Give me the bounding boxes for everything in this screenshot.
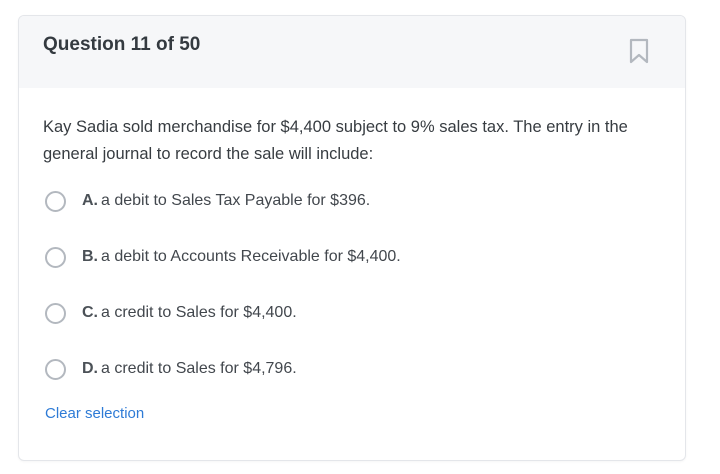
radio-button[interactable]: [45, 190, 66, 212]
question-header: Question 11 of 50: [19, 16, 685, 88]
question-body: Kay Sadia sold merchandise for $4,400 su…: [19, 88, 685, 460]
radio-button[interactable]: [45, 358, 66, 380]
option-c[interactable]: C. a credit to Sales for $4,400.: [43, 299, 297, 327]
option-text: a credit to Sales for $4,796.: [101, 360, 297, 377]
question-prompt: Kay Sadia sold merchandise for $4,400 su…: [43, 118, 628, 163]
option-text: a debit to Accounts Receivable for $4,40…: [101, 248, 401, 265]
option-letter: C.: [82, 304, 98, 321]
option-letter: A.: [82, 192, 98, 209]
option-b[interactable]: B. a debit to Accounts Receivable for $4…: [43, 243, 401, 271]
question-title: Question 11 of 50: [43, 34, 201, 55]
option-letter: B.: [82, 248, 98, 265]
radio-button[interactable]: [45, 302, 66, 324]
option-d[interactable]: D. a credit to Sales for $4,796.: [43, 355, 297, 383]
option-a[interactable]: A. a debit to Sales Tax Payable for $396…: [43, 187, 370, 215]
radio-button[interactable]: [45, 246, 66, 268]
option-text: a debit to Sales Tax Payable for $396.: [101, 192, 371, 209]
option-letter: D.: [82, 360, 98, 377]
option-text: a credit to Sales for $4,400.: [101, 304, 297, 321]
bookmark-icon[interactable]: [627, 38, 651, 64]
question-card: Question 11 of 50 Kay Sadia sold merchan…: [18, 15, 686, 461]
clear-selection-link[interactable]: Clear selection: [45, 405, 144, 422]
